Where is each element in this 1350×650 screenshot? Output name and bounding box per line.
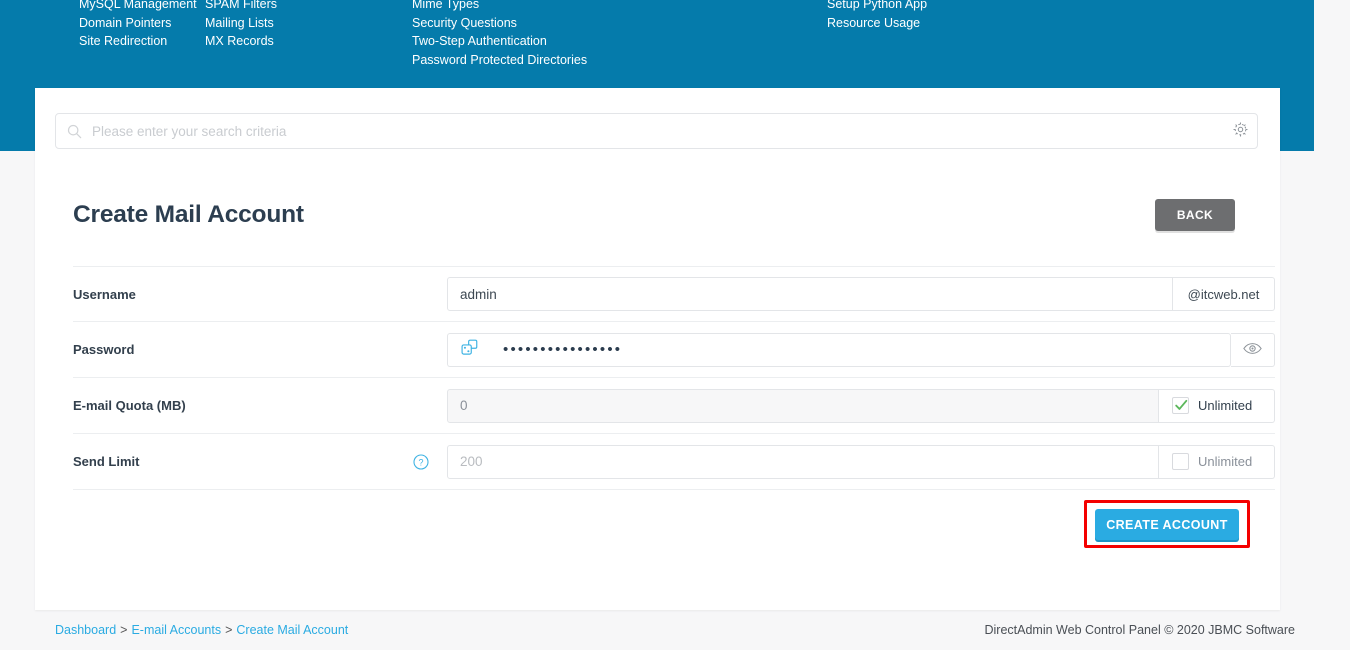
menu-column-1: MySQL Management Domain Pointers Site Re… [0, 0, 205, 88]
breadcrumb-item-dashboard[interactable]: Dashboard [55, 623, 116, 637]
page-title: Create Mail Account [73, 201, 304, 229]
breadcrumb: Dashboard > E-mail Accounts > Create Mail Ac… [55, 623, 348, 637]
menu-item-mx-records[interactable]: MX Records [205, 32, 412, 51]
search-input[interactable] [92, 124, 1223, 139]
menu-item-security-questions[interactable]: Security Questions [412, 14, 827, 33]
menu-item-mailing-lists[interactable]: Mailing Lists [205, 14, 412, 33]
email-quota-input[interactable] [447, 389, 1159, 423]
svg-text:?: ? [418, 457, 423, 467]
menu-column-2: SPAM Filters Mailing Lists MX Records [205, 0, 412, 88]
menu-item-resource-usage[interactable]: Resource Usage [827, 14, 1127, 33]
checkbox-checked-icon [1172, 397, 1189, 414]
breadcrumb-item-email-accounts[interactable]: E-mail Accounts [131, 623, 221, 637]
copyright-text: DirectAdmin Web Control Panel © 2020 JBM… [985, 623, 1296, 637]
domain-suffix-label: @itcweb.net [1173, 277, 1275, 311]
menu-item-site-redirection[interactable]: Site Redirection [79, 32, 205, 51]
toggle-password-visibility-button[interactable] [1231, 333, 1275, 367]
username-label: Username [73, 287, 413, 302]
menu-item-mime-types[interactable]: Mime Types [412, 0, 827, 14]
checkbox-unchecked-icon [1172, 453, 1189, 470]
menu-item-setup-python-app[interactable]: Setup Python App [827, 0, 1127, 14]
menu-item-domain-pointers[interactable]: Domain Pointers [79, 14, 205, 33]
send-limit-label: Send Limit [73, 454, 413, 469]
eye-icon [1243, 342, 1262, 358]
send-limit-unlimited-checkbox[interactable]: Unlimited [1159, 445, 1275, 479]
create-account-button[interactable]: CREATE ACCOUNT [1095, 509, 1239, 540]
page-root: MySQL Management Domain Pointers Site Re… [0, 0, 1350, 650]
search-bar[interactable] [55, 113, 1258, 149]
form-row-email-quota: E-mail Quota (MB) Unlimited [73, 378, 1275, 434]
create-mail-account-form: Username @itcweb.net Password [73, 266, 1275, 490]
generate-password-button[interactable] [447, 333, 491, 367]
gear-icon [1232, 121, 1249, 141]
form-row-send-limit: Send Limit ? Unlimited [73, 434, 1275, 490]
submit-area: CREATE ACCOUNT [1084, 500, 1250, 548]
search-settings-button[interactable] [1223, 114, 1257, 148]
menu-column-3: Mime Types Security Questions Two-Step A… [412, 0, 827, 88]
page-footer: Dashboard > E-mail Accounts > Create Mail Ac… [0, 620, 1350, 650]
password-label: Password [73, 342, 413, 357]
email-quota-label: E-mail Quota (MB) [73, 398, 413, 413]
menu-item-spam-filters[interactable]: SPAM Filters [205, 0, 412, 14]
menu-item-password-protected-directories[interactable]: Password Protected Directories [412, 51, 827, 70]
send-limit-unlimited-label: Unlimited [1198, 454, 1252, 469]
send-limit-input[interactable] [447, 445, 1159, 479]
help-circle-icon[interactable]: ? [413, 454, 429, 470]
menu-item-two-step-authentication[interactable]: Two-Step Authentication [412, 32, 827, 51]
username-input[interactable] [447, 277, 1173, 311]
form-row-username: Username @itcweb.net [73, 266, 1275, 322]
mega-menu: MySQL Management Domain Pointers Site Re… [0, 0, 1314, 88]
breadcrumb-item-create-mail-account[interactable]: Create Mail Account [236, 623, 348, 637]
email-quota-unlimited-label: Unlimited [1198, 398, 1252, 413]
dice-icon [460, 339, 480, 360]
search-icon [67, 124, 82, 139]
form-row-password: Password [73, 322, 1275, 378]
content-card: Create Mail Account BACK Username @itcwe… [35, 88, 1280, 610]
breadcrumb-separator: > [225, 623, 232, 637]
menu-column-4: Setup Python App Resource Usage [827, 0, 1127, 88]
menu-item-mysql-management[interactable]: MySQL Management [79, 0, 205, 14]
password-input[interactable]: •••••••••••••••• [491, 333, 1231, 367]
breadcrumb-separator: > [120, 623, 127, 637]
back-button[interactable]: BACK [1155, 199, 1235, 231]
email-quota-unlimited-checkbox[interactable]: Unlimited [1159, 389, 1275, 423]
